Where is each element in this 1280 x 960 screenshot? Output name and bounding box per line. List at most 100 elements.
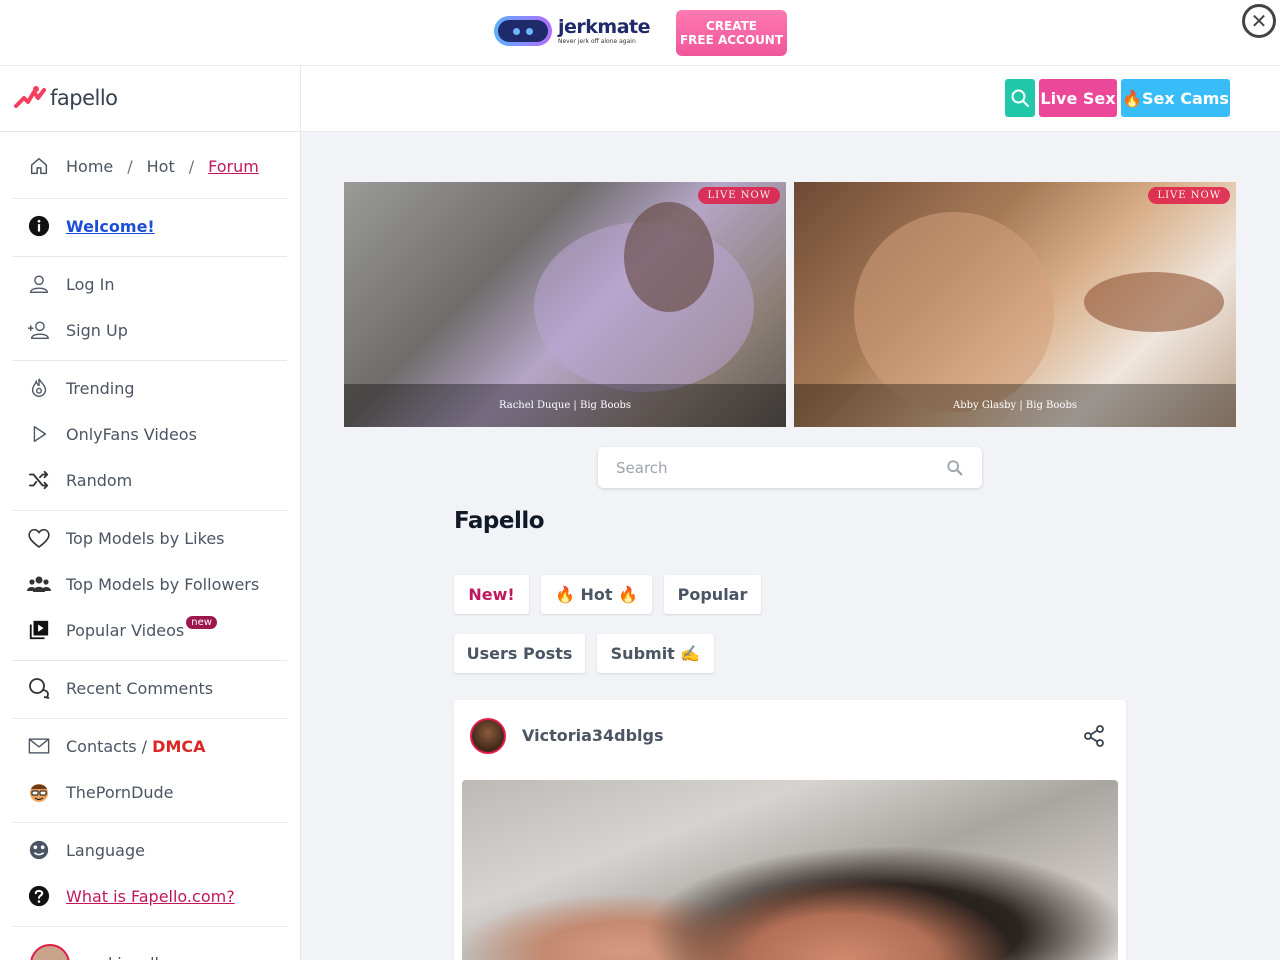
shuffle-icon xyxy=(27,468,51,492)
promo-image-accent xyxy=(1084,272,1224,332)
sidebar-divider xyxy=(13,822,287,823)
tab-popular[interactable]: Popular xyxy=(664,575,761,614)
sidebar-divider xyxy=(13,256,287,257)
breadcrumb-separator: / xyxy=(127,156,133,176)
new-badge: new xyxy=(186,615,217,629)
promo-caption: Rachel Duque | Big Boobs xyxy=(344,384,786,427)
post-image[interactable] xyxy=(462,780,1118,960)
logo-text: fapello xyxy=(50,86,118,110)
logo-icon xyxy=(14,86,46,108)
sidebar: Home / Hot / Forum Welcome! Log In Sign … xyxy=(0,132,301,960)
ad-tagline: Never jerk off alone again xyxy=(558,37,636,45)
comments-icon xyxy=(27,676,51,700)
ad-logo[interactable]: jerkmate Never jerk off alone again xyxy=(494,14,658,48)
info-icon xyxy=(27,214,51,238)
add-user-icon xyxy=(27,318,51,342)
sidebar-divider xyxy=(13,926,287,927)
language-icon xyxy=(27,838,51,862)
sidebar-divider xyxy=(13,718,287,719)
user-icon xyxy=(27,272,51,296)
sidebar-item-welcome[interactable]: Welcome! xyxy=(27,213,155,239)
sex-cams-button[interactable]: 🔥Sex Cams xyxy=(1121,79,1230,117)
flame-icon xyxy=(27,376,51,400)
sidebar-item-label: Welcome! xyxy=(66,216,155,236)
search-button[interactable] xyxy=(1005,79,1035,117)
sidebar-item-trending[interactable]: Trending xyxy=(27,375,135,401)
sidebar-item-login[interactable]: Log In xyxy=(27,271,115,297)
sidebar-item-label: Random xyxy=(66,470,133,490)
users-icon xyxy=(27,572,51,596)
sidebar-item-recent-comments[interactable]: Recent Comments xyxy=(27,675,213,701)
sidebar-item-top-followers[interactable]: Top Models by Followers xyxy=(27,571,259,597)
sidebar-user-name[interactable]: ankiecollc xyxy=(88,954,168,960)
share-icon[interactable] xyxy=(1082,724,1106,748)
sidebar-item-theporndude[interactable]: ThePornDude xyxy=(27,779,174,805)
live-now-badge: LIVE NOW xyxy=(698,187,780,204)
sidebar-item-label: Trending xyxy=(66,378,135,398)
promo-caption: Abby Glasby | Big Boobs xyxy=(794,384,1236,427)
live-now-badge: LIVE NOW xyxy=(1148,187,1230,204)
breadcrumb-home[interactable]: Home xyxy=(66,157,113,176)
sidebar-item-top-likes[interactable]: Top Models by Likes xyxy=(27,525,225,551)
close-icon[interactable]: ✕ xyxy=(1242,4,1276,38)
sidebar-divider xyxy=(13,360,287,361)
tab-hot[interactable]: 🔥 Hot 🔥 xyxy=(541,575,652,614)
ad-brand-name: jerkmate xyxy=(558,15,651,38)
search-box xyxy=(598,447,982,488)
sidebar-item-label: Popular Videos xyxy=(66,620,185,640)
breadcrumb-forum[interactable]: Forum xyxy=(208,157,259,176)
promo-tile[interactable]: LIVE NOW Abby Glasby | Big Boobs xyxy=(794,182,1236,427)
sidebar-item-what-is[interactable]: What is Fapello.com? xyxy=(27,883,235,909)
robot-icon xyxy=(494,16,552,46)
tab-users-posts[interactable]: Users Posts xyxy=(454,634,585,673)
sidebar-divider xyxy=(13,198,287,199)
sidebar-item-language[interactable]: Language xyxy=(27,837,145,863)
tab-submit[interactable]: Submit ✍️ xyxy=(597,634,714,673)
ad-cta-line1: CREATE xyxy=(706,18,757,33)
live-sex-button[interactable]: Live Sex xyxy=(1039,79,1117,117)
sidebar-item-label: What is Fapello.com? xyxy=(66,886,235,906)
porndude-icon xyxy=(27,780,51,804)
ad-cta-line2: FREE ACCOUNT xyxy=(679,33,784,47)
breadcrumb-hot[interactable]: Hot xyxy=(147,157,175,176)
sidebar-item-contacts[interactable]: Contacts / DMCA xyxy=(27,733,205,759)
post-card: Victoria34dblgs xyxy=(454,700,1126,960)
mail-icon xyxy=(27,734,51,758)
promo-image xyxy=(854,212,1054,412)
top-ad-banner: jerkmate Never jerk off alone again CREA… xyxy=(0,0,1280,66)
sidebar-item-random[interactable]: Random xyxy=(27,467,132,493)
dmca-link[interactable]: DMCA xyxy=(152,737,205,756)
sidebar-divider xyxy=(13,660,287,661)
site-logo[interactable]: fapello xyxy=(14,84,118,112)
sidebar-item-label: Top Models by Followers xyxy=(66,574,260,594)
sidebar-divider xyxy=(13,510,287,511)
sidebar-item-popular-videos[interactable]: Popular Videos new xyxy=(27,615,217,643)
question-icon xyxy=(27,884,51,908)
sidebar-item-signup[interactable]: Sign Up xyxy=(27,317,128,343)
sidebar-item-label: Sign Up xyxy=(66,320,128,340)
sidebar-item-label: Recent Comments xyxy=(66,678,214,698)
search-input[interactable] xyxy=(616,458,916,477)
search-icon xyxy=(1011,89,1029,107)
create-account-button[interactable]: CREATE FREE ACCOUNT xyxy=(676,10,787,56)
sidebar-item-label: Top Models by Likes xyxy=(66,528,225,548)
page-title: Fapello xyxy=(454,508,545,534)
sidebar-item-onlyfans-videos[interactable]: OnlyFans Videos xyxy=(27,421,197,447)
breadcrumb-separator: / xyxy=(188,156,195,176)
sidebar-item-label: Contacts / xyxy=(66,736,153,756)
search-icon[interactable] xyxy=(946,459,964,477)
site-header: fapello Live Sex 🔥Sex Cams xyxy=(0,66,1280,132)
breadcrumb: Home / Hot / Forum xyxy=(28,154,259,178)
video-library-icon xyxy=(27,618,51,642)
home-icon[interactable] xyxy=(28,154,52,178)
promo-image-accent xyxy=(624,202,714,312)
heart-icon xyxy=(27,526,51,550)
promo-tile[interactable]: LIVE NOW Rachel Duque | Big Boobs xyxy=(344,182,786,427)
header-divider xyxy=(300,66,301,132)
sidebar-item-label: Log In xyxy=(66,274,115,294)
sidebar-item-label: ThePornDude xyxy=(66,782,174,802)
avatar[interactable] xyxy=(470,718,506,754)
sidebar-item-label: Language xyxy=(66,840,145,860)
tab-new[interactable]: New! xyxy=(454,575,529,614)
post-username[interactable]: Victoria34dblgs xyxy=(522,726,664,745)
